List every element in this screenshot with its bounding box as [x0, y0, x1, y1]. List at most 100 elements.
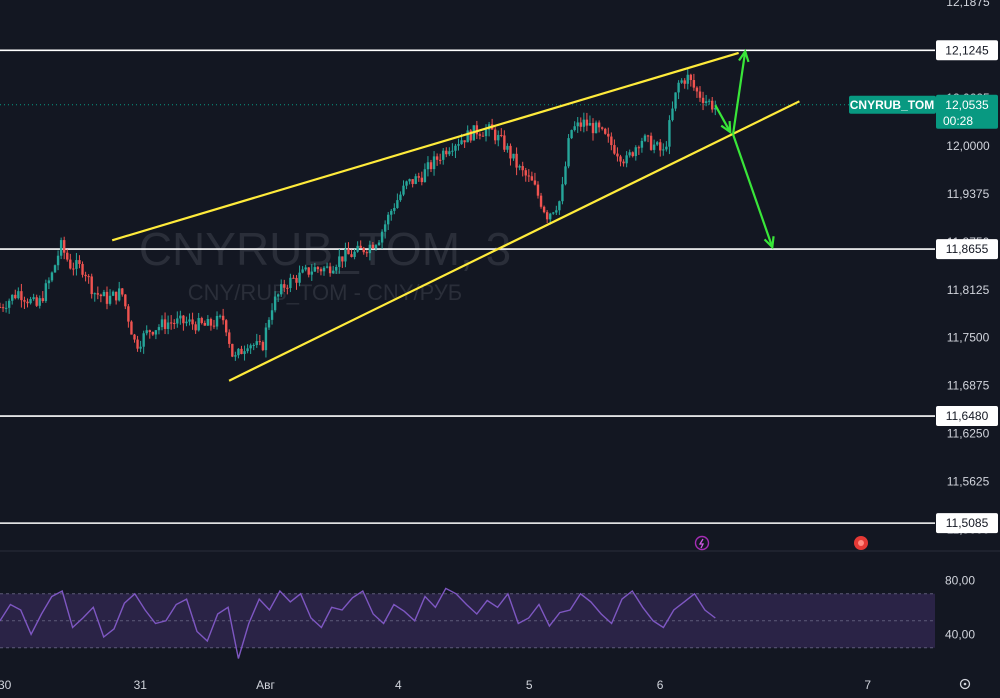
candle-body — [283, 284, 286, 288]
candle-body — [237, 348, 240, 356]
candle-body — [402, 185, 405, 195]
candle-body — [23, 300, 26, 302]
candle-body — [460, 140, 463, 145]
candle-body — [209, 318, 213, 326]
candle-body — [62, 240, 66, 253]
candle-body — [585, 119, 589, 126]
symbol-badge-label: CNYRUB_TOM — [850, 98, 934, 112]
candle-body — [539, 195, 543, 207]
candle-body — [463, 140, 466, 143]
candle-body — [0, 307, 2, 309]
candle-body — [652, 144, 656, 150]
candle-body — [69, 259, 72, 269]
candle-body — [622, 161, 625, 164]
red-dot-icon[interactable] — [854, 536, 868, 550]
candle-body — [674, 92, 677, 109]
candle-body — [142, 333, 145, 347]
candle-body — [151, 331, 155, 335]
candle-body — [286, 287, 289, 289]
candle-body — [261, 342, 265, 351]
candle-body — [640, 140, 644, 148]
candle-body — [423, 169, 427, 183]
candle-body — [218, 315, 222, 317]
candle-body — [188, 319, 191, 322]
candle-body — [96, 293, 100, 295]
candle-body — [405, 181, 408, 186]
price-tick-label: 11,8125 — [947, 283, 990, 297]
candle-body — [313, 267, 317, 272]
time-tick-label: 6 — [657, 678, 664, 692]
candle-body — [668, 120, 671, 147]
candle-body — [426, 162, 430, 170]
level-badge-label: 11,6480 — [946, 409, 989, 423]
candle-body — [671, 108, 674, 121]
candle-body — [139, 346, 142, 349]
candle-body — [549, 213, 552, 220]
candle-body — [26, 301, 29, 304]
candle-body — [38, 298, 41, 306]
candle-body — [497, 134, 500, 141]
candle-body — [600, 127, 604, 129]
price-tick-label: 11,6875 — [947, 379, 990, 393]
candle-body — [350, 254, 353, 257]
price-tick-label: 12,0000 — [946, 139, 990, 153]
candle-body — [387, 214, 390, 225]
candle-body — [711, 100, 714, 110]
price-tick-label: 11,7500 — [947, 331, 990, 345]
candle-body — [258, 341, 262, 343]
candle-body — [649, 135, 653, 150]
candle-body — [273, 296, 277, 311]
candle-body — [200, 318, 203, 323]
candle-body — [698, 91, 702, 98]
candle-body — [680, 80, 683, 83]
candle-body — [686, 74, 689, 84]
candle-body — [331, 270, 335, 274]
candle-body — [582, 119, 586, 127]
candle-body — [29, 299, 32, 304]
candle-body — [84, 274, 87, 277]
rsi-tick-label: 80,00 — [945, 573, 975, 587]
candle-body — [59, 240, 63, 256]
candle-body — [264, 327, 268, 351]
candle-body — [613, 145, 616, 154]
candle-body — [185, 321, 188, 324]
candle-body — [414, 176, 417, 184]
candle-body — [399, 194, 402, 201]
candle-body — [503, 135, 506, 150]
candle-body — [130, 321, 133, 335]
candle-body — [53, 265, 57, 273]
trading-chart[interactable]: CNYRUB_TOM, 3 CNY/RUB_TOM - CNY/РУБ 80,0… — [0, 0, 1000, 698]
candle-body — [597, 122, 601, 128]
candle-body — [689, 74, 693, 81]
candle-body — [518, 166, 521, 168]
candle-body — [194, 324, 197, 331]
time-tick-label: 31 — [134, 678, 148, 692]
candle-body — [276, 294, 280, 297]
candle-body — [435, 156, 439, 160]
candle-body — [420, 177, 424, 183]
candle-body — [432, 156, 436, 170]
candle-body — [429, 162, 433, 170]
candle-body — [704, 101, 708, 103]
candle-body — [234, 355, 237, 357]
candle-body — [707, 100, 711, 102]
candle-body — [41, 298, 44, 302]
candle-body — [325, 266, 329, 268]
candle-body — [108, 295, 112, 304]
candle-body — [243, 351, 246, 355]
candle-body — [114, 291, 118, 301]
candle-body — [536, 184, 540, 196]
candle-body — [50, 272, 54, 281]
candle-body — [393, 207, 396, 211]
candle-body — [515, 153, 518, 168]
candle-body — [295, 277, 298, 283]
candle-body — [368, 244, 372, 254]
countdown-label: 00:28 — [943, 114, 973, 128]
candle-body — [558, 201, 561, 211]
candle-body — [145, 330, 148, 334]
candle-body — [231, 343, 234, 357]
candle-body — [301, 269, 304, 273]
candle-body — [448, 151, 451, 155]
candle-body — [530, 176, 534, 181]
candle-body — [246, 348, 249, 352]
